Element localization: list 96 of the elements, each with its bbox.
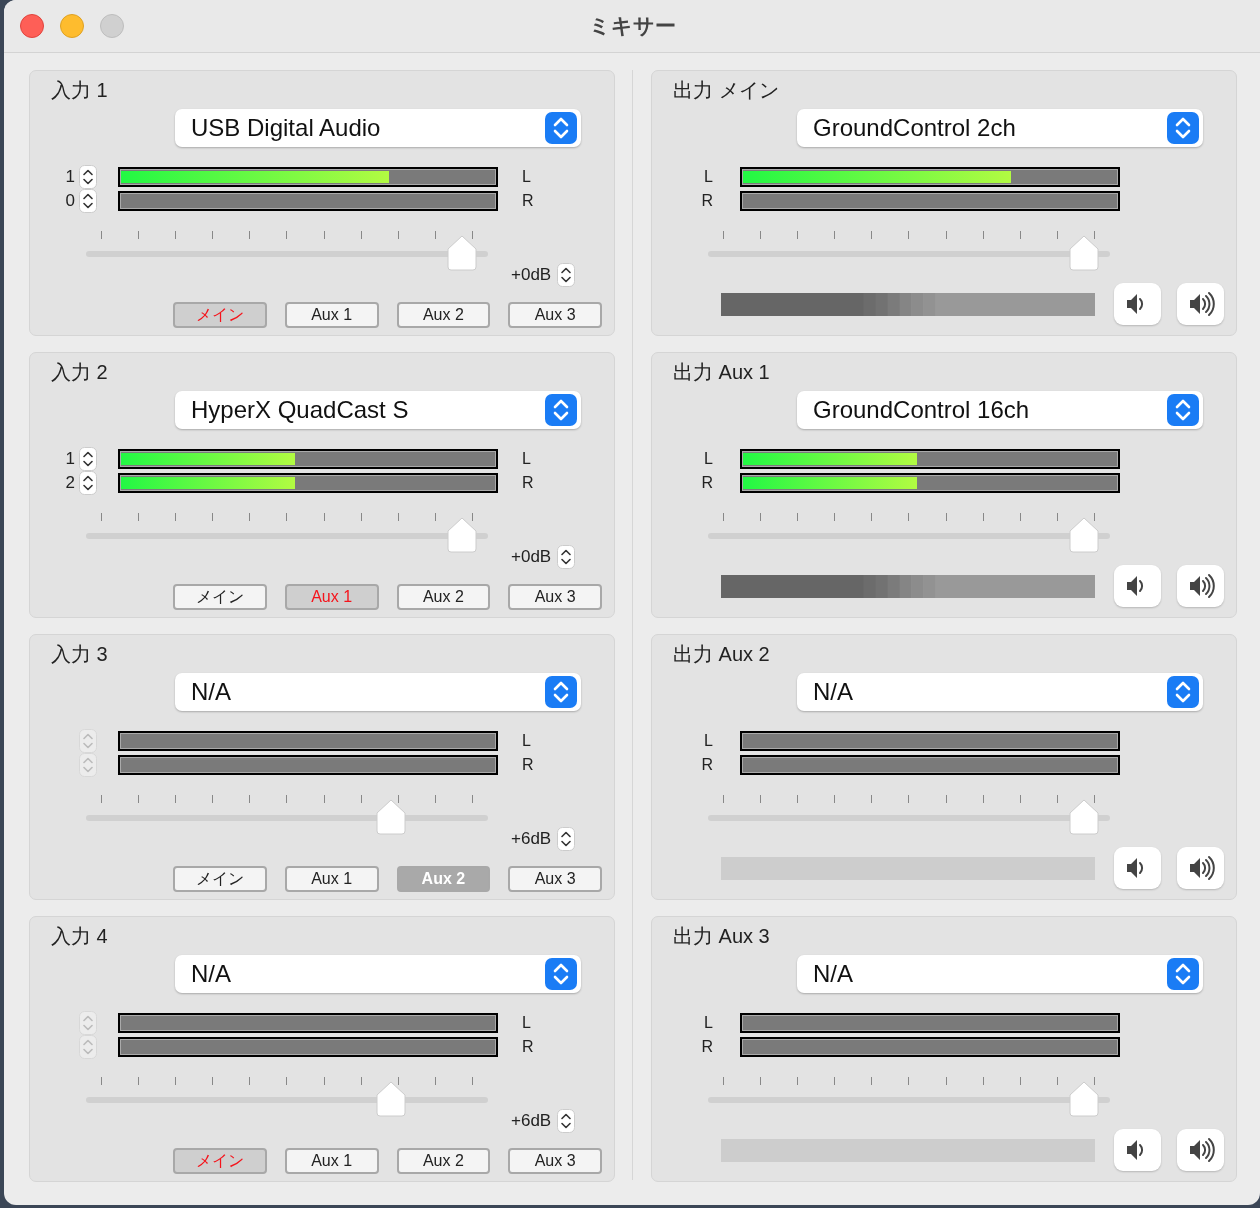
volume-up-button[interactable] xyxy=(1177,1129,1224,1171)
volume-down-button[interactable] xyxy=(1114,283,1162,325)
channel-label: L xyxy=(704,1014,713,1032)
slider-thumb[interactable] xyxy=(1068,1081,1099,1117)
route-button[interactable]: Aux 3 xyxy=(508,1148,602,1174)
panel-title: 入力 3 xyxy=(51,642,109,667)
channel-label: L xyxy=(522,732,531,750)
slider-thumb[interactable] xyxy=(446,517,477,553)
stepper[interactable] xyxy=(557,263,576,287)
device-dropdown[interactable]: N/A xyxy=(797,955,1203,993)
channel-number: 0 xyxy=(65,191,75,211)
minimize-icon[interactable] xyxy=(60,14,84,38)
window-title: ミキサー xyxy=(588,13,676,39)
gain-reading: +0dB xyxy=(511,547,552,567)
slider-thumb[interactable] xyxy=(446,235,477,271)
channel-label: L xyxy=(522,168,531,186)
stepper[interactable] xyxy=(557,827,576,851)
stepper[interactable] xyxy=(79,471,97,495)
chevron-updown-icon xyxy=(1167,958,1199,990)
chevron-updown-icon xyxy=(545,958,577,990)
route-button[interactable]: Aux 1 xyxy=(284,866,379,892)
volume-up-button[interactable] xyxy=(1177,565,1224,607)
channel-label: R xyxy=(701,756,713,774)
gain-reading: +0dB xyxy=(511,265,552,285)
panel-title: 出力 Aux 3 xyxy=(673,924,771,949)
channel-label: L xyxy=(704,450,713,468)
channel-label: L xyxy=(704,168,713,186)
channel-number: 1 xyxy=(65,449,75,469)
slider-thumb[interactable] xyxy=(1068,799,1099,835)
slider-track[interactable] xyxy=(708,533,1110,539)
device-dropdown[interactable]: USB Digital Audio xyxy=(175,109,581,147)
route-button[interactable]: Aux 2 xyxy=(396,584,491,610)
route-button[interactable]: Aux 1 xyxy=(284,1148,379,1174)
volume-down-button[interactable] xyxy=(1114,847,1162,889)
chevron-updown-icon xyxy=(545,394,577,426)
panel-title: 入力 1 xyxy=(51,78,109,103)
chevron-updown-icon xyxy=(545,676,577,708)
device-dropdown[interactable]: GroundControl 16ch xyxy=(797,391,1203,429)
panel-title: 出力 Aux 1 xyxy=(673,360,771,385)
panel-title: 出力 メイン xyxy=(673,78,780,103)
close-icon[interactable] xyxy=(20,14,44,38)
route-button[interactable]: Aux 3 xyxy=(508,302,602,328)
panel-title: 出力 Aux 2 xyxy=(673,642,771,667)
channel-label: L xyxy=(522,1014,531,1032)
volume-up-button[interactable] xyxy=(1177,283,1224,325)
route-button[interactable]: メイン xyxy=(173,866,267,892)
stepper[interactable] xyxy=(79,165,97,189)
route-button[interactable]: Aux 3 xyxy=(508,584,602,610)
zoom-icon[interactable] xyxy=(100,14,124,38)
route-button[interactable]: Aux 2 xyxy=(396,1148,491,1174)
slider-thumb[interactable] xyxy=(1068,235,1099,271)
volume-up-button[interactable] xyxy=(1177,847,1224,889)
stepper[interactable] xyxy=(79,447,97,471)
device-dropdown[interactable]: N/A xyxy=(797,673,1203,711)
route-button[interactable]: Aux 2 xyxy=(396,302,491,328)
channel-label: R xyxy=(522,756,534,774)
device-dropdown[interactable]: N/A xyxy=(175,955,581,993)
channel-label: L xyxy=(704,732,713,750)
slider-thumb[interactable] xyxy=(376,1081,407,1117)
volume-down-button[interactable] xyxy=(1114,1129,1162,1171)
stepper[interactable] xyxy=(557,1109,576,1133)
channel-label: R xyxy=(522,192,534,210)
route-button[interactable]: Aux 3 xyxy=(508,866,602,892)
slider-track[interactable] xyxy=(708,1097,1110,1103)
slider-track[interactable] xyxy=(86,815,488,821)
slider-track[interactable] xyxy=(708,251,1110,257)
route-button[interactable]: Aux 1 xyxy=(284,302,379,328)
channel-label: L xyxy=(522,450,531,468)
panel-title: 入力 4 xyxy=(51,924,109,949)
channel-label: R xyxy=(522,1038,534,1056)
chevron-updown-icon xyxy=(545,112,577,144)
slider-thumb[interactable] xyxy=(376,799,407,835)
device-dropdown[interactable]: N/A xyxy=(175,673,581,711)
device-dropdown[interactable]: HyperX QuadCast S xyxy=(175,391,581,429)
channel-label: R xyxy=(701,192,713,210)
slider-track[interactable] xyxy=(86,533,488,539)
chevron-updown-icon xyxy=(1167,676,1199,708)
channel-label: R xyxy=(522,474,534,492)
slider-track[interactable] xyxy=(86,251,488,257)
channel-label: R xyxy=(701,474,713,492)
stepper[interactable] xyxy=(79,189,97,213)
device-dropdown[interactable]: GroundControl 2ch xyxy=(797,109,1203,147)
channel-number: 2 xyxy=(65,473,75,493)
volume-down-button[interactable] xyxy=(1114,565,1162,607)
chevron-updown-icon xyxy=(1167,394,1199,426)
slider-track[interactable] xyxy=(708,815,1110,821)
route-button[interactable]: メイン xyxy=(173,584,267,610)
panel-title: 入力 2 xyxy=(51,360,109,385)
gain-reading: +6dB xyxy=(511,1111,552,1131)
gain-reading: +6dB xyxy=(511,829,552,849)
channel-number: 1 xyxy=(65,167,75,187)
channel-label: R xyxy=(701,1038,713,1056)
stepper[interactable] xyxy=(557,545,576,569)
slider-thumb[interactable] xyxy=(1068,517,1099,553)
chevron-updown-icon xyxy=(1167,112,1199,144)
slider-track[interactable] xyxy=(86,1097,488,1103)
